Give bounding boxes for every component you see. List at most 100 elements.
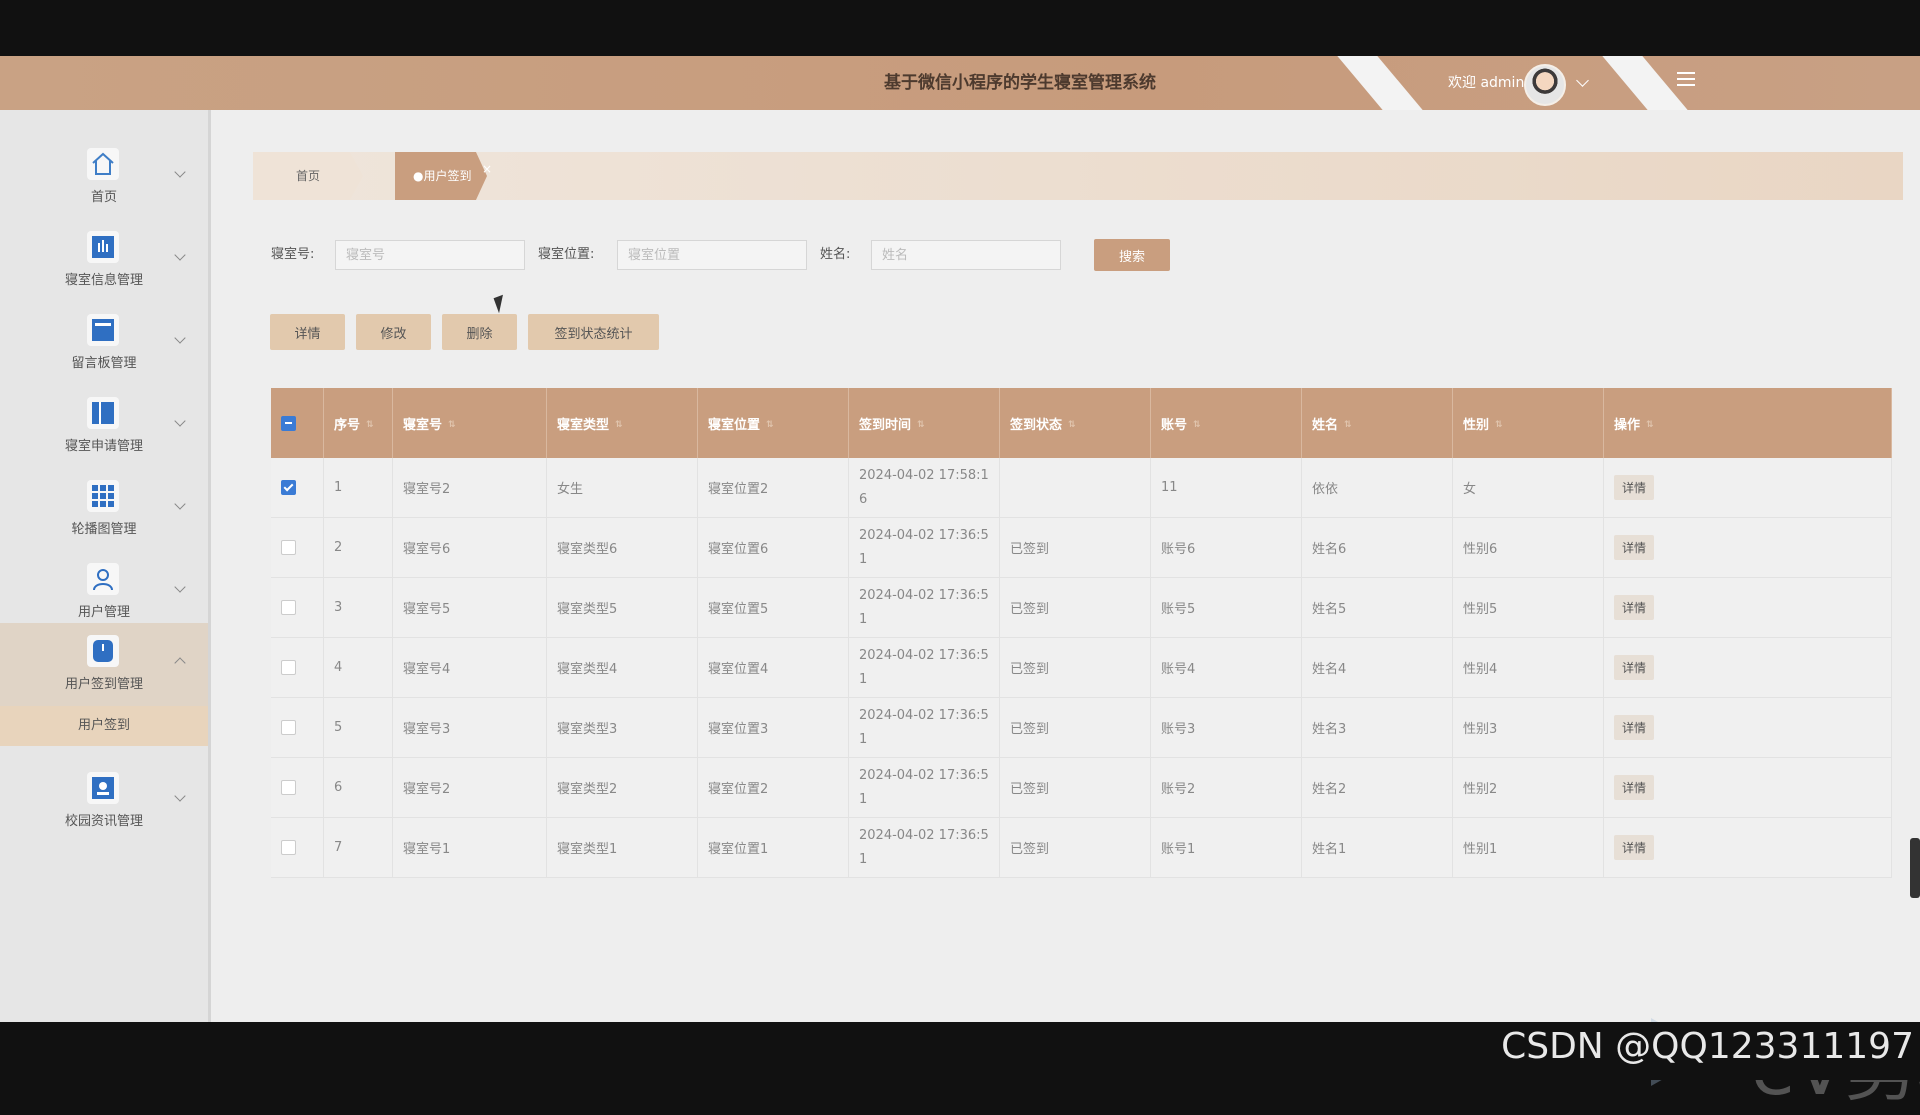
cell-status: 已签到	[999, 517, 1151, 578]
row-detail-button[interactable]: 详情	[1614, 775, 1655, 800]
row-detail-button[interactable]: 详情	[1614, 595, 1655, 620]
tab-user-signin[interactable]: ●用户签到	[395, 152, 487, 200]
row-detail-button[interactable]: 详情	[1614, 835, 1655, 860]
room-no-input[interactable]	[335, 240, 525, 270]
column-header[interactable]: 姓名 ⇅	[1301, 388, 1453, 458]
cell-status: 已签到	[999, 757, 1151, 818]
room-location-input[interactable]	[617, 240, 807, 270]
cell-gender: 性别5	[1452, 577, 1604, 638]
row-checkbox[interactable]	[281, 660, 296, 675]
chevron-down-icon	[174, 166, 186, 178]
cell-account: 账号5	[1150, 577, 1302, 638]
row-select-cell[interactable]	[271, 637, 324, 698]
row-detail-button[interactable]: 详情	[1614, 475, 1655, 500]
sidebar-item-home[interactable]: 首页	[0, 136, 208, 219]
chevron-down-icon	[174, 249, 186, 261]
detail-button[interactable]: 详情	[270, 314, 345, 350]
sidebar-item-message-board[interactable]: 留言板管理	[0, 302, 208, 385]
sidebar-item-room-apply[interactable]: 寝室申请管理	[0, 385, 208, 468]
cell-op: 详情	[1603, 757, 1892, 818]
sidebar-item-label: 寝室申请管理	[64, 439, 143, 454]
select-all-checkbox[interactable]	[281, 415, 296, 431]
cell-status	[999, 458, 1151, 518]
cell-gender: 性别2	[1452, 757, 1604, 818]
cell-gender: 性别6	[1452, 517, 1604, 578]
row-select-cell[interactable]	[271, 458, 324, 518]
board-icon	[87, 314, 119, 346]
apply-icon	[87, 397, 119, 429]
delete-button[interactable]: 删除	[442, 314, 517, 350]
cell-name: 姓名1	[1301, 817, 1453, 878]
row-checkbox[interactable]	[281, 720, 296, 735]
row-detail-button[interactable]: 详情	[1614, 535, 1655, 560]
sidebar-item-label: 轮播图管理	[71, 522, 137, 537]
row-select-cell[interactable]	[271, 517, 324, 578]
column-header[interactable]: 账号 ⇅	[1150, 388, 1302, 458]
row-detail-button[interactable]: 详情	[1614, 715, 1655, 740]
sort-icon[interactable]: ⇅	[448, 420, 456, 430]
row-select-cell[interactable]	[271, 697, 324, 758]
cell-account: 账号6	[1150, 517, 1302, 578]
row-select-cell[interactable]	[271, 577, 324, 638]
row-select-cell[interactable]	[271, 757, 324, 818]
cell-account: 账号4	[1150, 637, 1302, 698]
column-header[interactable]: 签到时间 ⇅	[848, 388, 1000, 458]
table-row[interactable]: 6 寝室号2 寝室类型2 寝室位置2 2024-04-02 17:36:51 已…	[271, 757, 1892, 818]
column-header[interactable]: 寝室类型 ⇅	[546, 388, 698, 458]
cell-room: 寝室号1	[392, 817, 547, 878]
chevron-up-icon	[174, 657, 186, 669]
sort-icon[interactable]: ⇅	[766, 420, 774, 430]
cell-gender: 性别3	[1452, 697, 1604, 758]
row-checkbox[interactable]	[281, 780, 296, 795]
avatar[interactable]	[1524, 64, 1566, 106]
row-checkbox[interactable]	[281, 480, 296, 495]
row-select-cell[interactable]	[271, 817, 324, 878]
select-all-cell[interactable]	[271, 388, 324, 458]
cell-type: 寝室类型3	[546, 697, 698, 758]
column-header[interactable]: 性别 ⇅	[1452, 388, 1604, 458]
sidebar-subitem-user-signin[interactable]: 用户签到	[0, 706, 208, 746]
sort-icon[interactable]: ⇅	[1495, 420, 1503, 430]
cell-op: 详情	[1603, 817, 1892, 878]
row-checkbox[interactable]	[281, 600, 296, 615]
sort-icon[interactable]: ⇅	[1646, 420, 1654, 430]
sort-icon[interactable]: ⇅	[366, 420, 374, 430]
sort-icon[interactable]: ⇅	[1344, 420, 1352, 430]
cell-room: 寝室号6	[392, 517, 547, 578]
table-row[interactable]: 1 寝室号2 女生 寝室位置2 2024-04-02 17:58:16 11 依…	[271, 458, 1892, 518]
signin-icon	[87, 635, 119, 667]
table-row[interactable]: 2 寝室号6 寝室类型6 寝室位置6 2024-04-02 17:36:51 已…	[271, 517, 1892, 578]
cell-room: 寝室号2	[392, 757, 547, 818]
cell-time: 2024-04-02 17:36:51	[848, 817, 1000, 878]
close-icon[interactable]: ×	[482, 162, 492, 176]
sort-icon[interactable]: ⇅	[1068, 420, 1076, 430]
row-detail-button[interactable]: 详情	[1614, 655, 1655, 680]
scrollbar[interactable]	[1910, 838, 1920, 898]
search-button[interactable]: 搜索	[1094, 239, 1170, 271]
cell-gender: 女	[1452, 458, 1604, 518]
column-header[interactable]: 寝室号 ⇅	[392, 388, 547, 458]
table-row[interactable]: 7 寝室号1 寝室类型1 寝室位置1 2024-04-02 17:36:51 已…	[271, 817, 1892, 878]
sidebar-item-campus-news[interactable]: 校园资讯管理	[0, 760, 208, 843]
sidebar-item-user-signin[interactable]: 用户签到管理	[0, 623, 208, 706]
menu-icon[interactable]	[1677, 72, 1695, 86]
column-header[interactable]: 寝室位置 ⇅	[697, 388, 849, 458]
column-header[interactable]: 签到状态 ⇅	[999, 388, 1151, 458]
sidebar-item-users[interactable]: 用户管理	[0, 551, 208, 634]
signin-stats-button[interactable]: 签到状态统计	[528, 314, 659, 350]
sort-icon[interactable]: ⇅	[1193, 420, 1201, 430]
column-header[interactable]: 序号 ⇅	[323, 388, 393, 458]
sidebar-item-room-info[interactable]: 寝室信息管理	[0, 219, 208, 302]
sidebar-item-carousel[interactable]: 轮播图管理	[0, 468, 208, 551]
table-row[interactable]: 5 寝室号3 寝室类型3 寝室位置3 2024-04-02 17:36:51 已…	[271, 697, 1892, 758]
tab-home[interactable]: 首页	[253, 152, 363, 200]
column-header[interactable]: 操作 ⇅	[1603, 388, 1892, 458]
row-checkbox[interactable]	[281, 540, 296, 555]
sort-icon[interactable]: ⇅	[615, 420, 623, 430]
table-row[interactable]: 4 寝室号4 寝室类型4 寝室位置4 2024-04-02 17:36:51 已…	[271, 637, 1892, 698]
sort-icon[interactable]: ⇅	[917, 420, 925, 430]
name-input[interactable]	[871, 240, 1061, 270]
table-row[interactable]: 3 寝室号5 寝室类型5 寝室位置5 2024-04-02 17:36:51 已…	[271, 577, 1892, 638]
row-checkbox[interactable]	[281, 840, 296, 855]
edit-button[interactable]: 修改	[356, 314, 431, 350]
